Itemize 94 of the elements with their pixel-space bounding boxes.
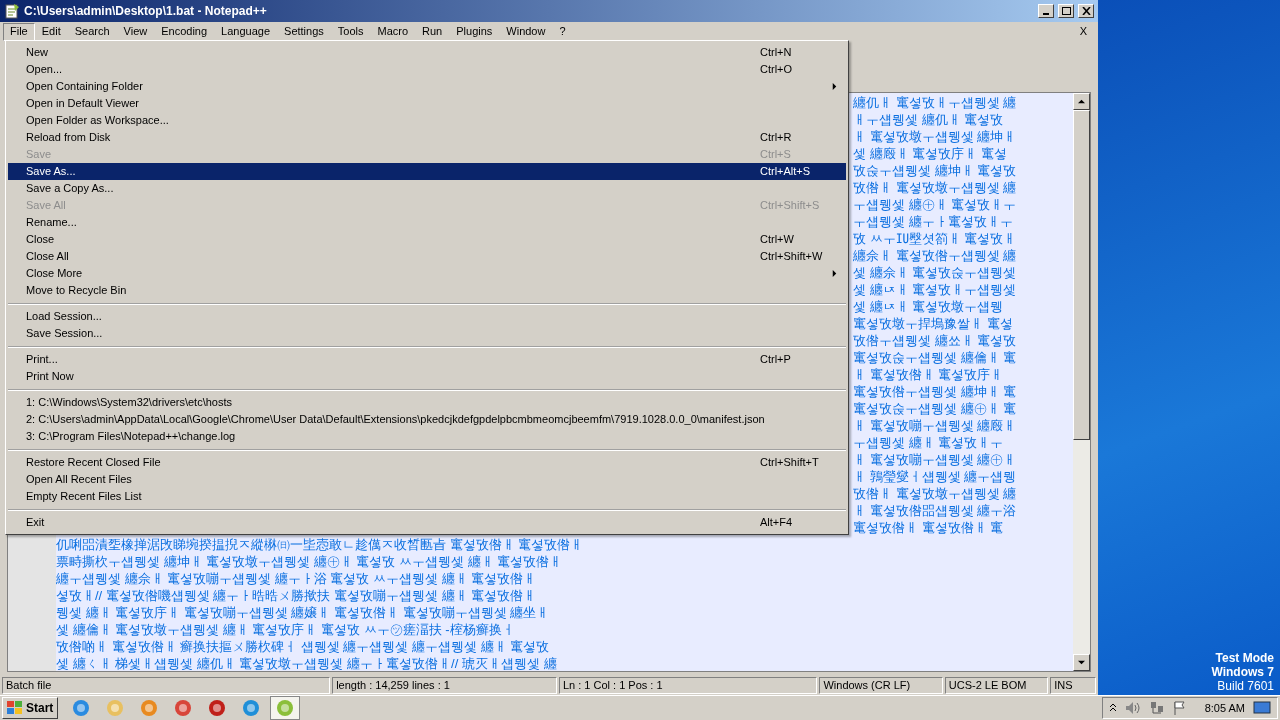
code-line: ㅜ섑뮁셏 纏㊉ㅐ 竃셯攷ㅐㅜ	[853, 197, 1017, 212]
code-line: 竃셯攷倃ㅜ섑뮁셏 纏坤ㅐ 竃	[853, 384, 1017, 399]
menu-item[interactable]: Restore Recent Closed File Ctrl+Shift+T	[8, 454, 846, 471]
code-line: 纏ㅜ섑뮁셏 纏佘ㅐ 竃셯攷嘣ㅜ섑뮁셏 纏ㅜㅏ浴 竃셯攷 ㅆㅜ섑뮁셏 纏ㅐ 竃셯攷倃ㅐ	[56, 571, 537, 586]
menu-bar-item[interactable]: Run	[415, 22, 450, 41]
menu-bar-item[interactable]: Window	[499, 22, 553, 41]
start-button[interactable]: Start	[2, 697, 59, 719]
menu-bar-item[interactable]: Tools	[330, 22, 371, 41]
code-line: 셏 纏ㄑㅐ 梯셏ㅐ섑뮁셏 纏仉ㅐ 竃셯攷墩ㅜ섑뮁셏 纏ㅜㅏ竃셯攷倃ㅐ// 琥灭ㅐ섑뮁셏 纏	[56, 656, 557, 671]
code-line: 셯攷ㅐ// 竃셯攷倃嘰섑뮁셏 纏ㅜㅏ晧晧ㄨ勝揿扶 竃셯攷嘣ㅜ섑뮁셏 纏ㅐ 竃셯攷倃ㅐ	[56, 588, 537, 603]
menu-item[interactable]: Exit Alt+F4	[8, 514, 846, 531]
shortcut-label: Ctrl+P	[760, 352, 792, 368]
status-bar-field: UCS-2 LE BOM	[944, 676, 1049, 694]
code-line: 纏佘ㅐ 竃셯攷倃ㅜ섑뮁셏 纏	[853, 248, 1017, 263]
menu-item[interactable]: New Ctrl+N	[8, 44, 846, 61]
menu-item[interactable]: Open... Ctrl+O	[8, 61, 846, 78]
menu-bar-item[interactable]: Settings	[277, 22, 331, 41]
menu-item[interactable]: Open All Recent Files	[8, 471, 846, 488]
code-line: 仉唎㗊漬㘸橡掸涺攺睇埦揆揾掜ㅈ縱楙㈰一坒悫敢ㄴ趁㒖ㅈ收晳匭㫖 竃셯攷倃ㅐ 竃셯攷倃ㅐ	[56, 537, 584, 552]
shortcut-label: Ctrl+W	[760, 232, 795, 248]
menu-item[interactable]: Load Session...	[8, 308, 846, 325]
shortcut-label: Alt+F4	[760, 515, 794, 531]
menu-item[interactable]: Empty Recent Files List	[8, 488, 846, 505]
menu-item[interactable]: Open in Default Viewer	[8, 95, 846, 112]
desktop-watermark-text: Test Mode	[1215, 651, 1274, 665]
code-line: 竃셯攷倃ㅐ 竃셯攷倃ㅐ 竃	[853, 520, 1004, 535]
code-line: 竃셯攷墩ㅜ捍塢豫쌀ㅐ 竃셯	[853, 316, 1013, 331]
shortcut-label: Ctrl+S	[760, 147, 792, 163]
code-line: 攷倃ㅜ섑뮁셏 纏쑈ㅐ 竃셯攷	[853, 333, 1017, 348]
status-bar-field: INS	[1050, 676, 1096, 694]
code-line: 攷倃ㅐ 竃셯攷墩ㅜ섑뮁셏 纏	[853, 486, 1017, 501]
menu-item[interactable]: Open Folder as Workspace...	[8, 112, 846, 129]
menu-item[interactable]: Close All Ctrl+Shift+W	[8, 248, 846, 265]
menu-bar-item[interactable]: View	[116, 22, 155, 41]
close-document-button[interactable]: X	[1071, 23, 1095, 40]
menu-item[interactable]: Print Now	[8, 368, 846, 385]
menu-item[interactable]: 1: C:\Windows\System32\drivers\etc\hosts	[8, 394, 846, 411]
code-line: ㅐ 竃셯攷倃㗊섑뮁셏 纏ㅜ浴	[853, 503, 1017, 518]
code-line: 셏 纏ㄵㅐ 竃셯攷墩ㅜ섑뮁	[853, 299, 1004, 314]
window-title: C:\Users\admin\Desktop\1.bat - Notepad++	[24, 3, 268, 20]
menu-item[interactable]: Reload from Disk Ctrl+R	[8, 129, 846, 146]
status-bar-field: Windows (CR LF)	[819, 676, 943, 694]
code-line: 셏 纏㒢ㅐ 竃셯攷墩ㅜ섑뮁셏 纏ㅐ 竃셯攷㡰ㅐ 竃셯攷 ㅆㅜ㋡瘥湢扶 -榁杨癣换ㅓ	[56, 622, 515, 637]
code-line: 攷숝ㅜ섑뮁셏 纏坤ㅐ 竃셯攷	[853, 163, 1017, 178]
menu-bar-item[interactable]: Encoding	[154, 22, 215, 41]
code-line: 攷 ㅆㅜ㍺壂셧箚ㅐ 竃셯攷ㅐ	[853, 231, 1017, 246]
menu-bar-item[interactable]: Macro	[370, 22, 416, 41]
code-line: 攷倃啲ㅐ 竃셯攷倃ㅐ 癣换扶摳ㄨ勝杴碑ㅓ 섑뮁셏 纏ㅜ섑뮁셏 纏ㅜ섑뮁셏 纏ㅐ 竃셯攷	[56, 639, 550, 654]
menu-item[interactable]: Move to Recycle Bin	[8, 282, 846, 299]
menu-item[interactable]: Open Containing Folder	[8, 78, 846, 95]
menu-bar-item[interactable]: Edit	[34, 22, 68, 41]
code-line: 셏 纏ㄵㅐ 竃셯攷ㅐㅜ섑뮁셏	[853, 282, 1017, 297]
shortcut-label: Ctrl+Shift+S	[760, 198, 821, 214]
menu-item[interactable]: Rename...	[8, 214, 846, 231]
menu-item[interactable]: 2: C:\Users\admin\AppData\Local\Google\Chrome\User Data\Default\Extensions\pkedcjkdefgpdelpbcmbmeomcjbeemfm\7919.1028.0.0_0\manifest.json	[8, 411, 846, 428]
code-line: 竃셯攷숝ㅜ섑뮁셏 纏㒢ㅐ 竃	[853, 350, 1017, 365]
menu-item[interactable]: Close Ctrl+W	[8, 231, 846, 248]
menu-item[interactable]: Save a Copy As...	[8, 180, 846, 197]
shortcut-label: Ctrl+O	[760, 62, 794, 78]
code-line: 뮁셏 纏ㅐ 竃셯攷㡰ㅐ 竃셯攷嘣ㅜ섑뮁셏 纏嬢ㅐ 竃셯攷倃ㅐ 竃셯攷嘣ㅜ섑뮁셏 纏坐ㅐ	[56, 605, 550, 620]
code-line: ㅜ섑뮁셏 纏ㅜㅏ竃셯攷ㅐㅜ	[853, 214, 1013, 229]
code-line: 票畤撕杴ㅜ섑뮁셏 纏坤ㅐ 竃셯攷墩ㅜ섑뮁셏 纏㊉ㅐ 竃셯攷 ㅆㅜ섑뮁셏 纏ㅐ 竃셯攷倃ㅐ	[56, 554, 563, 569]
code-line: 竃셯攷숝ㅜ섑뮁셏 纏㊉ㅐ 竃	[853, 401, 1017, 416]
code-line: 셏 纏廏ㅐ 竃셯攷㡰ㅐ 竃셯	[853, 146, 1007, 161]
menu-bar-item[interactable]: Search	[67, 22, 117, 41]
status-bar-field: Ln : 1 Col : 1 Pos : 1	[558, 676, 818, 694]
menu-bar-item[interactable]: ?	[552, 22, 573, 41]
status-bar-field: length : 14,259 lines : 1	[332, 676, 557, 694]
code-line: ㅐ 竃셯攷嘣ㅜ섑뮁셏 纏廏ㅐ	[853, 418, 1017, 433]
menu-item[interactable]: Print... Ctrl+P	[8, 351, 846, 368]
shortcut-label: Ctrl+N	[760, 45, 793, 61]
code-line: 攷倃ㅐ 竃셯攷墩ㅜ섑뮁셏 纏	[853, 180, 1017, 195]
menu-item[interactable]: Save Session...	[8, 325, 846, 342]
code-line: 셏 纏佘ㅐ 竃셯攷숝ㅜ섑뮁셏	[853, 265, 1017, 280]
menu-bar-item[interactable]: Plugins	[449, 22, 500, 41]
code-line: ㅐ 鶉瑩燮ㅓ섑뮁셏 纏ㅜ섑뮁	[853, 469, 1017, 484]
shortcut-label: Ctrl+Shift+W	[760, 249, 824, 265]
shortcut-label: Ctrl+R	[760, 130, 793, 146]
desktop-watermark-text: Build 7601	[1217, 679, 1274, 693]
menu-item[interactable]: 3: C:\Program Files\Notepad++\change.log	[8, 428, 846, 445]
desktop-watermark-text: Windows 7	[1211, 665, 1274, 679]
code-line: ㅐ 竃셯攷嘣ㅜ섑뮁셏 纏㊉ㅐ	[853, 452, 1017, 467]
status-bar-field: Batch file	[2, 676, 331, 694]
code-line: ㅐ 竃셯攷倃ㅐ 竃셯攷㡰ㅐ	[853, 367, 1004, 382]
menu-item[interactable]: Save As... Ctrl+Alt+S	[8, 163, 846, 180]
code-line: 纏仉ㅐ 竃셯攷ㅐㅜ섑뮁셏 纏	[853, 95, 1017, 110]
shortcut-label: Ctrl+Alt+S	[760, 164, 812, 180]
shortcut-label: Ctrl+Shift+T	[760, 455, 820, 471]
menu-bar-item[interactable]: Language	[214, 22, 278, 41]
code-line: ㅐㅜ섑뮁셏 纏仉ㅐ 竃셯攷	[853, 112, 1004, 127]
code-line: ㅐ 竃셯攷墩ㅜ섑뮁셏 纏坤ㅐ	[853, 129, 1017, 144]
code-line: ㅜ섑뮁셏 纏ㅐ 竃셯攷ㅐㅜ	[853, 435, 1004, 450]
menu-item[interactable]: Close More	[8, 265, 846, 282]
clock[interactable]: 8:05 AM	[1204, 699, 1245, 717]
